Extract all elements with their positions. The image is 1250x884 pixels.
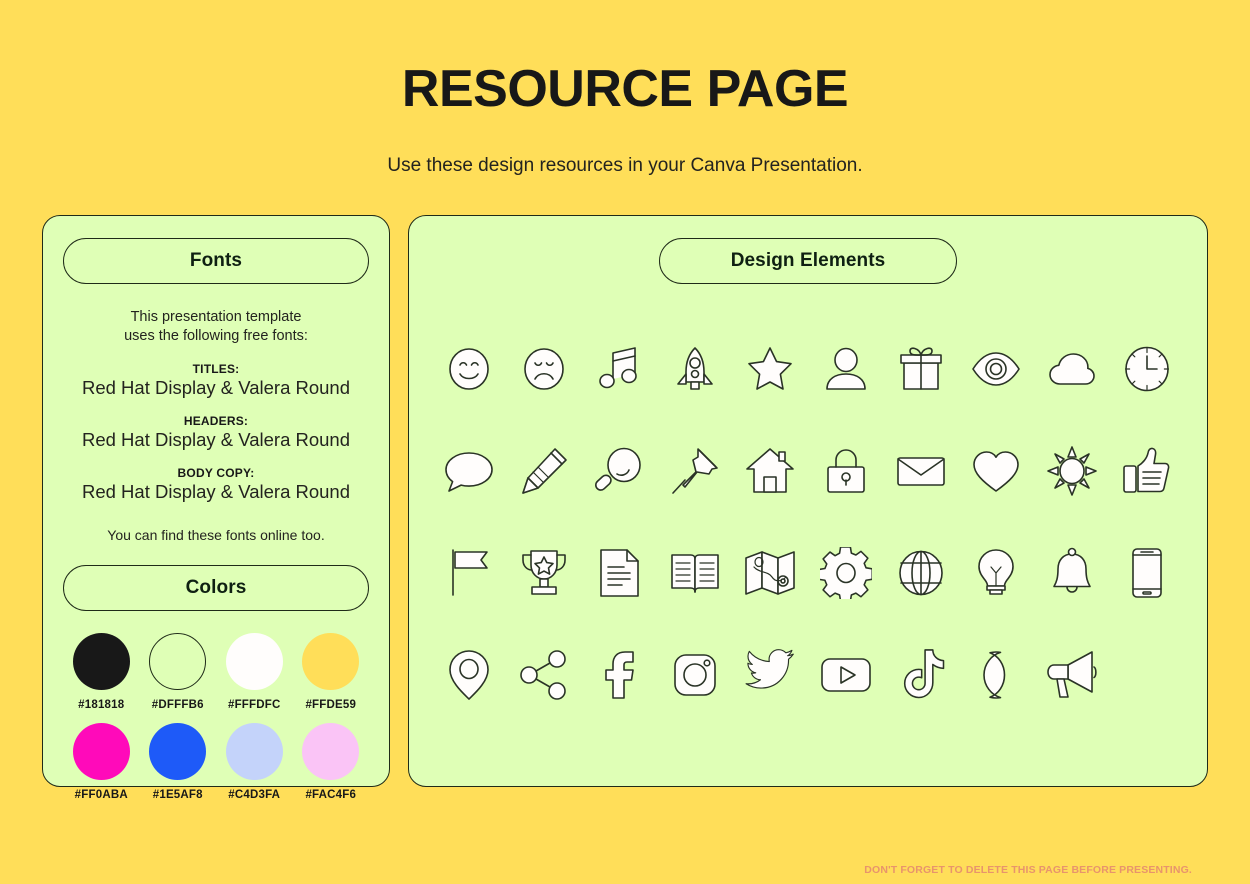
fonts-intro: This presentation template uses the foll… xyxy=(63,308,369,347)
color-swatch-dot xyxy=(225,632,283,690)
font-entry-value: Red Hat Display & Valera Round xyxy=(81,480,351,502)
heart-icon[interactable] xyxy=(965,440,1027,502)
share-icon[interactable] xyxy=(513,644,575,706)
font-entry-label: TITLES: xyxy=(192,361,240,376)
font-entry-value: Red Hat Display & Valera Round xyxy=(81,428,351,450)
facebook-icon[interactable] xyxy=(588,644,650,706)
color-swatch-dot xyxy=(72,722,130,780)
color-swatch-grid: #181818 #DFFFB6 #FFFDFC #FFDE59 #FF0ABA #1E5A… xyxy=(63,632,370,801)
font-entry-label: HEADERS: xyxy=(183,413,249,428)
color-swatch-dot xyxy=(302,632,360,690)
page-subtitle: Use these design resources in your Canva… xyxy=(387,154,863,176)
color-swatch-hex-label: #C4D3FA xyxy=(228,788,281,801)
fonts-intro-line-1: This presentation template xyxy=(130,308,302,325)
delete-page-reminder: DON'T FORGET TO DELETE THIS PAGE BEFORE … xyxy=(864,864,1192,876)
flag-icon[interactable] xyxy=(438,542,500,604)
color-swatch-hex-label: #FFFDFC xyxy=(227,698,281,711)
color-swatch[interactable]: #C4D3FA xyxy=(216,722,293,801)
font-entry-value: Red Hat Display & Valera Round xyxy=(81,376,351,398)
font-entry-body-copy: BODY COPY: Red Hat Display & Valera Roun… xyxy=(63,466,369,503)
fonts-outro: You can find these fonts online too. xyxy=(107,526,325,543)
sun-icon[interactable] xyxy=(1041,440,1103,502)
color-swatch[interactable]: #FAC4F6 xyxy=(293,722,370,801)
color-swatch-dot xyxy=(149,722,207,780)
cloud-icon[interactable] xyxy=(1041,338,1103,400)
magnifier-icon[interactable] xyxy=(588,440,650,502)
page-title: RESOURCE PAGE xyxy=(401,60,849,118)
music-note-icon[interactable] xyxy=(588,338,650,400)
color-swatch[interactable]: #FF0ABA xyxy=(63,722,140,801)
color-swatch-dot xyxy=(72,632,130,690)
book-icon[interactable] xyxy=(664,542,726,604)
color-swatch[interactable]: #DFFFB6 xyxy=(140,632,217,711)
speech-bubble-icon[interactable] xyxy=(438,440,500,502)
pushpin-icon[interactable] xyxy=(664,440,726,502)
icon-grid xyxy=(431,318,1185,726)
font-entry-headers: HEADERS: Red Hat Display & Valera Round xyxy=(63,414,369,451)
twitter-icon[interactable] xyxy=(739,644,801,706)
trophy-icon[interactable] xyxy=(513,542,575,604)
globe-icon[interactable] xyxy=(890,542,952,604)
thumbs-up-icon[interactable] xyxy=(1116,440,1178,502)
gift-icon[interactable] xyxy=(890,338,952,400)
color-swatch-dot xyxy=(225,722,283,780)
color-swatch-dot xyxy=(302,722,360,780)
color-swatch-hex-label: #FFDE59 xyxy=(305,698,357,711)
moon-icon[interactable] xyxy=(965,644,1027,706)
color-swatch[interactable]: #FFDE59 xyxy=(293,632,370,711)
smiley-face-icon[interactable] xyxy=(438,338,500,400)
house-icon[interactable] xyxy=(739,440,801,502)
color-swatch-hex-label: #181818 xyxy=(78,698,125,711)
lock-icon[interactable] xyxy=(815,440,877,502)
content-area: Fonts This presentation template uses th… xyxy=(0,214,1250,801)
instagram-icon[interactable] xyxy=(664,644,726,706)
fonts-intro-line-2: uses the following free fonts: xyxy=(124,328,308,345)
color-swatch-hex-label: #FAC4F6 xyxy=(305,788,357,801)
design-elements-panel: Design Elements xyxy=(408,214,1208,787)
youtube-icon[interactable] xyxy=(815,644,877,706)
eye-icon[interactable] xyxy=(965,338,1027,400)
color-swatch-hex-label: #FF0ABA xyxy=(74,788,128,801)
font-entry-label: BODY COPY: xyxy=(177,465,255,480)
phone-icon[interactable] xyxy=(1116,542,1178,604)
location-pin-icon[interactable] xyxy=(438,644,500,706)
fonts-header-pill: Fonts xyxy=(63,237,369,284)
envelope-icon[interactable] xyxy=(890,440,952,502)
font-entry-titles: TITLES: Red Hat Display & Valera Round xyxy=(63,362,369,399)
color-swatch-hex-label: #DFFFB6 xyxy=(151,698,204,711)
document-icon[interactable] xyxy=(588,542,650,604)
tiktok-icon[interactable] xyxy=(890,644,952,706)
color-swatch[interactable]: #FFFDFC xyxy=(216,632,293,711)
star-icon[interactable] xyxy=(739,338,801,400)
color-swatch[interactable]: #1E5AF8 xyxy=(140,722,217,801)
bell-icon[interactable] xyxy=(1041,542,1103,604)
color-swatch[interactable]: #181818 xyxy=(63,632,140,711)
color-swatch-dot xyxy=(149,632,207,690)
rocket-icon[interactable] xyxy=(664,338,726,400)
colors-header-pill: Colors xyxy=(63,564,369,611)
map-icon[interactable] xyxy=(739,542,801,604)
person-icon[interactable] xyxy=(815,338,877,400)
color-swatch-hex-label: #1E5AF8 xyxy=(152,788,203,801)
clock-icon[interactable] xyxy=(1116,338,1178,400)
lightbulb-icon[interactable] xyxy=(965,542,1027,604)
pencil-icon[interactable] xyxy=(513,440,575,502)
megaphone-icon[interactable] xyxy=(1041,644,1103,706)
design-elements-header-pill: Design Elements xyxy=(659,237,957,284)
fonts-and-colors-panel: Fonts This presentation template uses th… xyxy=(42,214,390,801)
sad-face-icon[interactable] xyxy=(513,338,575,400)
gear-icon[interactable] xyxy=(815,542,877,604)
